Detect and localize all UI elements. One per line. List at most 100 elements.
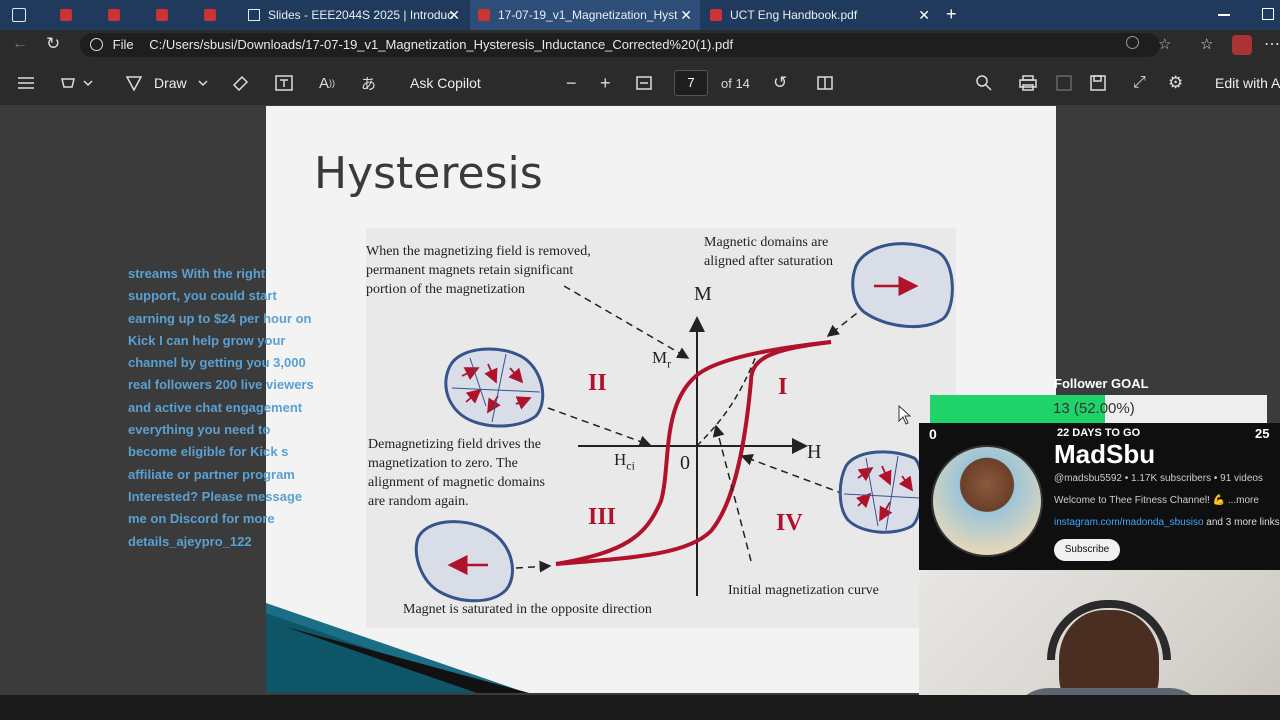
minimize-icon[interactable] — [1218, 14, 1230, 16]
arrow-demag — [547, 407, 652, 448]
channel-name: MadSbu — [1054, 439, 1156, 469]
contents-icon[interactable] — [18, 72, 34, 94]
add-text-icon[interactable] — [275, 72, 293, 94]
tab-slides[interactable]: Slides - EEE2044S 2025 | Introduc ✕ — [240, 0, 468, 30]
eraser-icon[interactable] — [231, 72, 249, 94]
pdf-icon — [478, 9, 490, 21]
note-removed: When the magnetizing field is removed, p… — [366, 242, 591, 299]
address-field[interactable]: File C:/Users/sbusi/Downloads/17-07-19_v… — [80, 33, 1160, 57]
channel-link[interactable]: instagram.com/madonda_sbusiso — [1054, 517, 1204, 528]
axis-label-m: M — [694, 283, 712, 305]
note-demag: Demagnetizing field drives the magnetiza… — [368, 435, 545, 511]
zoom-out-icon[interactable]: − — [566, 72, 577, 94]
refresh-icon[interactable]: ↻ — [46, 34, 60, 54]
fit-page-icon[interactable] — [636, 72, 652, 94]
page-number-input[interactable]: 7 — [674, 70, 708, 96]
note-aligned-line-2: aligned after saturation — [704, 254, 834, 269]
draw-button[interactable]: Draw — [126, 72, 211, 94]
quadrant-iv: IV — [776, 510, 803, 536]
domain-saturated-negative — [414, 520, 514, 603]
draw-label: Draw — [154, 75, 187, 91]
label-hci-sub: ci — [626, 458, 635, 473]
edit-with-button[interactable]: Edit with A — [1215, 72, 1280, 94]
ask-copilot-button[interactable]: Ask Copilot — [410, 72, 481, 94]
new-tab-icon[interactable]: + — [946, 4, 957, 25]
copilot-label: Ask Copilot — [410, 75, 481, 91]
stream-chat-message: streams With the right support, you coul… — [128, 266, 314, 549]
rotate-icon[interactable]: ↺ — [773, 72, 787, 94]
note-aligned: Magnetic domains are aligned after satur… — [704, 233, 833, 271]
axis-label-h: H — [807, 441, 822, 463]
tab-favicon-4[interactable] — [204, 9, 216, 21]
goal-min: 0 — [929, 426, 937, 442]
settings-more-icon[interactable]: ⋯ — [1264, 34, 1280, 54]
search-icon[interactable] — [976, 72, 992, 94]
close-icon[interactable]: ✕ — [448, 7, 460, 24]
note-removed-line-1: When the magnetizing field is removed, — [366, 244, 591, 259]
domain-random-right — [838, 450, 924, 534]
pdf-icon — [710, 9, 722, 21]
tab-favicon-2[interactable] — [108, 9, 120, 21]
note-initial: Initial magnetization curve — [728, 583, 879, 598]
tab-magnetization-label: 17-07-19_v1_Magnetization_Hyst — [498, 8, 678, 22]
back-icon[interactable]: ← — [12, 35, 28, 53]
quadrant-iii: III — [588, 504, 617, 530]
note-demag-line-4: are random again. — [368, 494, 469, 509]
tab-handbook[interactable]: UCT Eng Handbook.pdf ✕ — [702, 0, 938, 30]
maximize-icon[interactable] — [1262, 8, 1274, 20]
tab-handbook-label: UCT Eng Handbook.pdf — [730, 8, 858, 22]
tab-actions-icon[interactable] — [12, 8, 26, 22]
profile-avatar[interactable] — [1232, 35, 1252, 55]
label-hci-main: H — [614, 450, 627, 469]
zoom-icon[interactable] — [1126, 36, 1139, 49]
note-demag-line-1: Demagnetizing field drives the — [368, 437, 541, 452]
note-removed-line-2: permanent magnets retain significant — [366, 263, 574, 278]
goal-days-left: 22 DAYS TO GO — [1057, 427, 1141, 439]
close-icon[interactable]: ✕ — [918, 7, 930, 24]
page-total: of 14 — [721, 75, 750, 91]
favorite-star-icon[interactable]: ☆ — [1158, 35, 1171, 53]
arrow-opposite — [515, 560, 552, 573]
follower-goal-bar: 13 (52.00%) — [930, 395, 1267, 423]
tab-favicon-1[interactable] — [60, 9, 72, 21]
subscribe-button[interactable]: Subscribe — [1054, 539, 1120, 561]
arrow-fourth — [740, 454, 845, 495]
bottom-bar — [0, 695, 1280, 720]
address-bar-row: ← ↻ File C:/Users/sbusi/Downloads/17-07-… — [0, 30, 1280, 60]
zoom-in-icon[interactable]: + — [600, 72, 611, 94]
channel-description: Welcome to Thee Fitness Channel! 💪 ...mo… — [1054, 495, 1259, 506]
settings-icon[interactable]: ⚙ — [1168, 72, 1183, 94]
highlight-icon[interactable] — [60, 72, 94, 94]
fullscreen-icon[interactable]: ⤢ — [1133, 72, 1146, 94]
save-icon[interactable] — [1056, 72, 1072, 94]
note-aligned-line-1: Magnetic domains are — [704, 235, 829, 250]
label-mr: Mr — [652, 348, 671, 371]
goal-max: 25 — [1255, 426, 1270, 441]
address-scheme: File — [112, 37, 134, 52]
save-as-icon[interactable] — [1090, 72, 1106, 94]
channel-link-more[interactable]: and 3 more links — [1204, 517, 1279, 528]
tab-favicon-3[interactable] — [156, 9, 168, 21]
info-icon — [90, 38, 103, 51]
tab-magnetization[interactable]: 17-07-19_v1_Magnetization_Hyst ✕ — [470, 0, 700, 30]
tab-slides-label: Slides - EEE2044S 2025 | Introduc — [268, 8, 454, 22]
print-icon[interactable] — [1019, 72, 1037, 94]
label-origin: 0 — [680, 452, 690, 474]
channel-avatar[interactable] — [931, 445, 1043, 557]
read-aloud-icon[interactable]: A)) — [319, 72, 335, 94]
close-icon[interactable]: ✕ — [680, 7, 692, 24]
channel-meta: @madsbu5592 • 1.17K subscribers • 91 vid… — [1054, 473, 1263, 484]
note-removed-line-3: portion of the magnetization — [366, 282, 526, 297]
quadrant-ii: II — [588, 370, 607, 396]
favorites-icon[interactable]: ☆ — [1200, 35, 1213, 53]
translate-icon[interactable]: あ — [361, 72, 376, 94]
page-view-icon[interactable] — [817, 72, 833, 94]
note-demag-line-3: alignment of magnetic domains — [368, 475, 545, 490]
follower-goal-title: Follower GOAL — [1054, 376, 1149, 391]
domain-saturated-positive — [851, 242, 954, 329]
browser-tab-bar: Slides - EEE2044S 2025 | Introduc ✕ 17-0… — [0, 0, 1280, 30]
note-demag-line-2: magnetization to zero. The — [368, 456, 518, 471]
streamer-headphones — [1047, 600, 1171, 660]
slides-icon — [248, 9, 260, 21]
edit-with-label: Edit with A — [1215, 75, 1280, 91]
